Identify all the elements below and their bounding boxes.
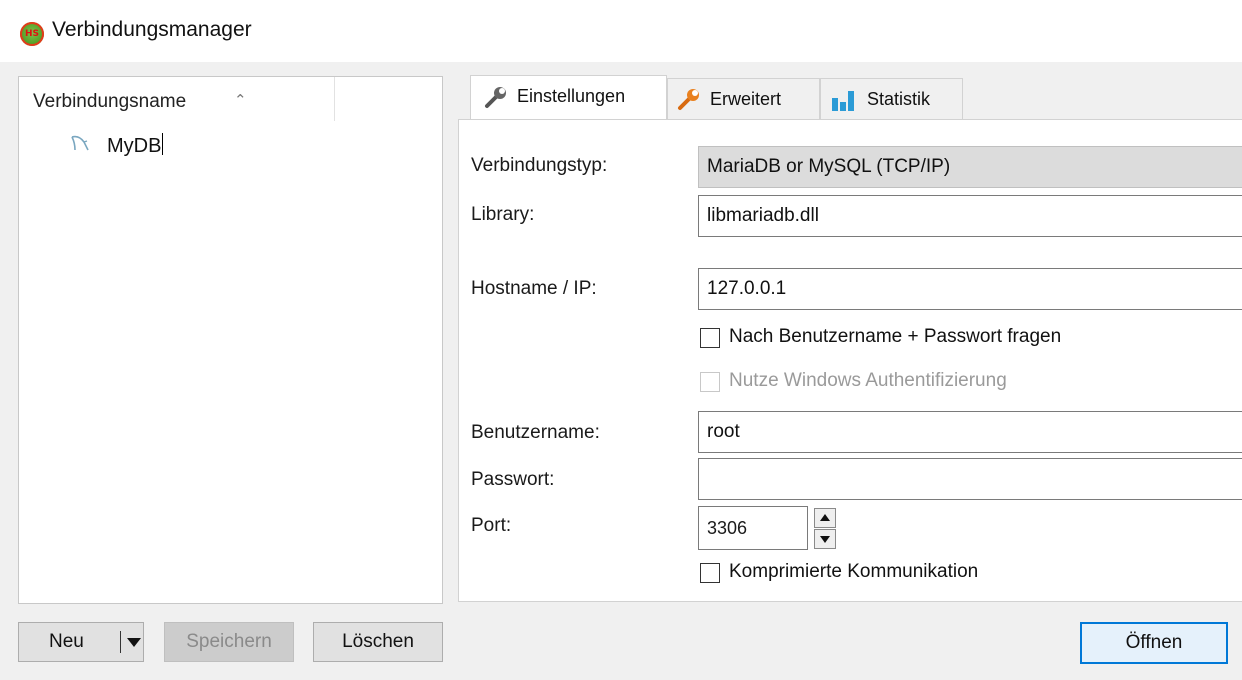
wrench-icon	[485, 87, 506, 108]
delete-button[interactable]: Löschen	[313, 622, 443, 662]
connection-type-label: Verbindungstyp:	[471, 155, 608, 176]
prompt-credentials-checkbox[interactable]	[700, 328, 720, 348]
arrow-up-icon	[820, 514, 830, 521]
username-label: Benutzername:	[471, 422, 600, 443]
windows-auth-label: Nutze Windows Authentifizierung	[729, 370, 1007, 391]
tree-column-header[interactable]: Verbindungsname	[33, 91, 186, 113]
arrow-down-icon	[820, 536, 830, 543]
new-button-label: Neu	[49, 631, 84, 652]
password-label: Passwort:	[471, 469, 555, 490]
dropdown-arrow-icon[interactable]	[127, 638, 141, 647]
save-button[interactable]: Speichern	[164, 622, 294, 662]
compression-label[interactable]: Komprimierte Kommunikation	[729, 561, 978, 583]
port-label: Port:	[471, 515, 512, 536]
chevron-up-icon[interactable]: ⌃	[234, 91, 247, 109]
bar-chart-icon	[832, 91, 854, 111]
heidisql-app-icon: HS	[20, 22, 44, 46]
tab-label: Statistik	[867, 89, 931, 109]
dolphin-db-icon	[71, 135, 89, 151]
tab-label: Einstellungen	[517, 86, 626, 106]
text-caret	[162, 133, 164, 155]
title-bar: HS Verbindungsmanager	[0, 0, 1242, 62]
password-input[interactable]	[698, 458, 1242, 500]
new-button[interactable]: Neu	[18, 622, 144, 662]
tab-label: Erweitert	[710, 89, 782, 109]
open-button[interactable]: Öffnen	[1080, 622, 1228, 664]
hostname-label: Hostname / IP:	[471, 278, 597, 299]
window-title: Verbindungsmanager	[52, 18, 252, 41]
tab-erweitert[interactable]: Erweitert	[667, 78, 820, 120]
library-label: Library:	[471, 204, 535, 225]
session-tree[interactable]: Verbindungsname ⌃ MyDB	[18, 76, 443, 604]
split-divider	[120, 631, 121, 653]
port-input[interactable]: 3306	[698, 506, 808, 550]
prompt-credentials-label[interactable]: Nach Benutzername + Passwort fragen	[729, 326, 1061, 348]
wrench-orange-icon	[678, 89, 699, 110]
hostname-input[interactable]: 127.0.0.1	[698, 268, 1242, 310]
port-decrement-button[interactable]	[814, 529, 836, 549]
settings-panel	[458, 119, 1242, 602]
compression-checkbox[interactable]	[700, 563, 720, 583]
connection-type-select[interactable]: MariaDB or MySQL (TCP/IP)	[698, 146, 1242, 188]
windows-auth-checkbox[interactable]	[700, 372, 720, 392]
tree-item-label[interactable]: MyDB	[107, 133, 164, 158]
library-select[interactable]: libmariadb.dll	[698, 195, 1242, 237]
tab-einstellungen[interactable]: Einstellungen	[470, 75, 667, 121]
column-divider[interactable]	[334, 77, 335, 121]
username-input[interactable]: root	[698, 411, 1242, 453]
port-increment-button[interactable]	[814, 508, 836, 528]
tab-statistik[interactable]: Statistik	[820, 78, 963, 120]
